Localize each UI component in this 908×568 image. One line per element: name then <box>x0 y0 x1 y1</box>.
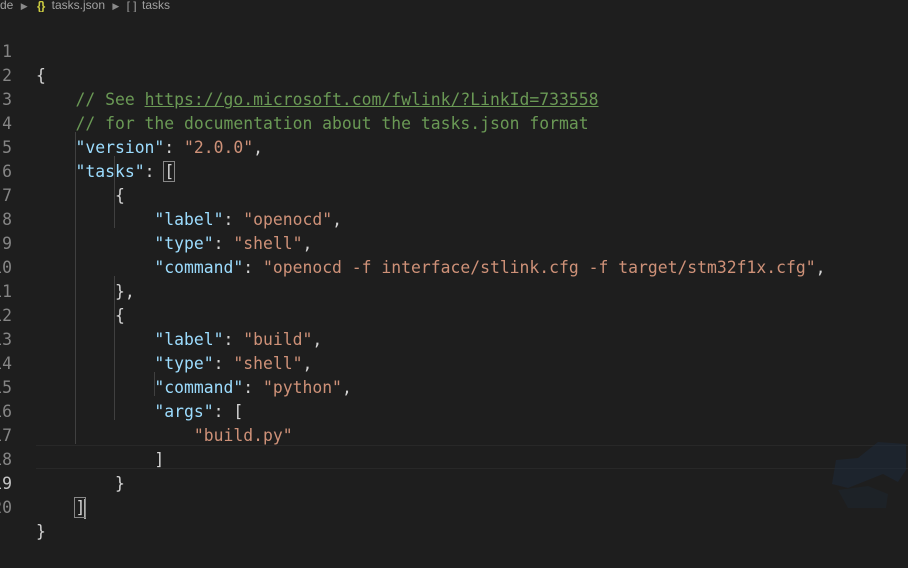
code-line: 13 "type": "shell", <box>0 304 908 373</box>
breadcrumb: de ▶ {} tasks.json ▶ [ ] tasks <box>0 0 908 12</box>
breadcrumb-node[interactable]: tasks <box>142 0 170 11</box>
code-line: 7 "label": "openocd", <box>0 160 908 229</box>
code-line: 12 "label": "build", <box>0 280 908 349</box>
code-line: 2 // See https://go.microsoft.com/fwlink… <box>0 40 908 109</box>
code-line: 4 "version": "2.0.0", <box>0 88 908 157</box>
code-line: 16 "build.py" <box>0 376 908 445</box>
code-line: 11 { <box>0 256 908 325</box>
code-line: 17 ] <box>0 400 908 469</box>
code-line: 8 "type": "shell", <box>0 184 908 253</box>
code-line: 15 "args": [ <box>0 352 908 421</box>
code-line: 20 } <box>0 472 908 541</box>
breadcrumb-root[interactable]: de <box>0 0 13 11</box>
text-cursor <box>84 498 87 519</box>
code-line: 9 "command": "openocd -f interface/stlin… <box>0 208 908 277</box>
code-line: 1 { <box>0 16 908 85</box>
code-line: 18 } <box>0 424 908 493</box>
array-icon: [ ] <box>126 0 137 12</box>
json-file-icon: {} <box>36 0 45 12</box>
line-number: 20 <box>0 498 12 517</box>
code-line-active: 19 ] <box>0 448 908 519</box>
chevron-right-icon: ▶ <box>112 1 120 11</box>
code-editor[interactable]: 1 { 2 // See https://go.microsoft.com/fw… <box>0 12 908 541</box>
breadcrumb-file[interactable]: tasks.json <box>52 0 105 11</box>
code-line: 3 // for the documentation about the tas… <box>0 64 908 133</box>
code-line: 10 }, <box>0 232 908 301</box>
code-line: 14 "command": "python", <box>0 328 908 397</box>
chevron-right-icon: ▶ <box>20 1 28 11</box>
watermark-logo-icon <box>832 442 906 508</box>
code-line: 6 { <box>0 136 908 205</box>
code-line: 5 "tasks": [ <box>0 112 908 182</box>
